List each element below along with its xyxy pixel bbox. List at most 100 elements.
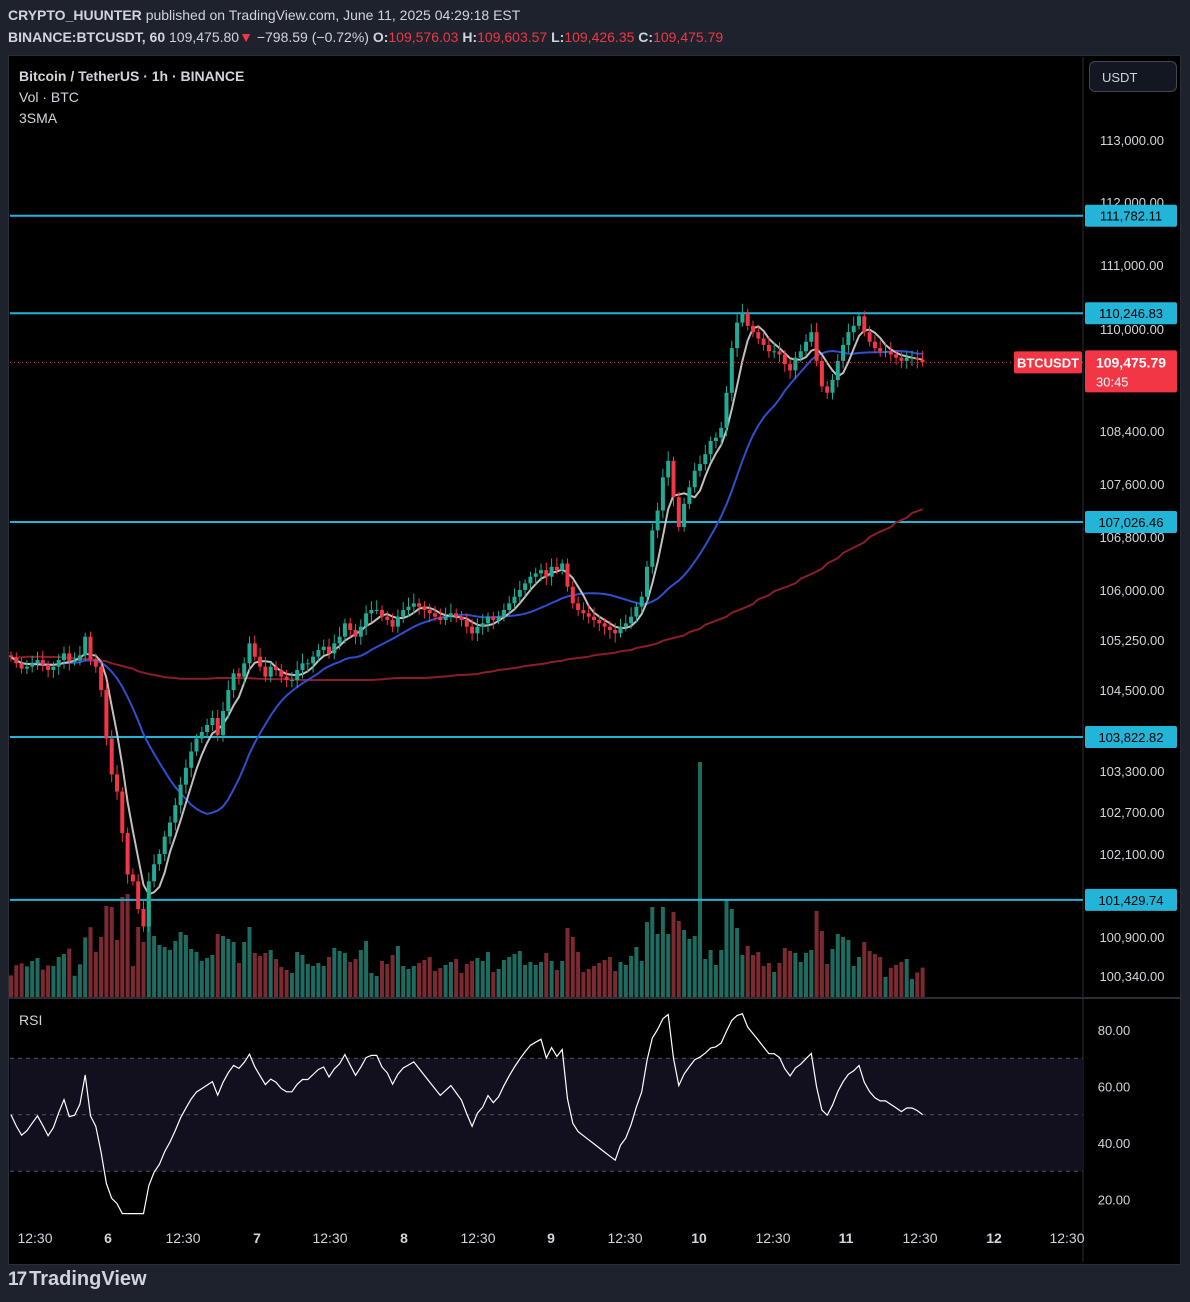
candle-body[interactable]: [687, 487, 692, 504]
candle-body[interactable]: [867, 332, 872, 342]
candle-body[interactable]: [894, 354, 899, 358]
candle-body[interactable]: [517, 590, 522, 597]
candle-body[interactable]: [168, 822, 172, 837]
candle-body[interactable]: [157, 854, 162, 865]
candle-body[interactable]: [777, 351, 782, 355]
candle-body[interactable]: [883, 351, 888, 353]
candle-body[interactable]: [475, 626, 480, 634]
candle-body[interactable]: [401, 610, 406, 617]
candle-body[interactable]: [740, 313, 745, 323]
candle-body[interactable]: [395, 616, 400, 627]
candle-body[interactable]: [576, 603, 581, 610]
candle-body[interactable]: [46, 664, 51, 670]
candle-body[interactable]: [713, 437, 718, 441]
candle-body[interactable]: [523, 583, 528, 590]
candle-body[interactable]: [300, 663, 305, 670]
candle-body[interactable]: [422, 606, 427, 610]
candle-body[interactable]: [120, 791, 125, 834]
candle-body[interactable]: [390, 620, 395, 627]
candle-body[interactable]: [835, 360, 840, 380]
candle-body[interactable]: [486, 616, 490, 624]
candle-body[interactable]: [56, 660, 61, 667]
candle-body[interactable]: [342, 623, 347, 637]
candle-body[interactable]: [830, 380, 835, 393]
candle-body[interactable]: [724, 392, 729, 428]
candle-body[interactable]: [507, 603, 512, 610]
candle-body[interactable]: [438, 616, 443, 620]
candle-body[interactable]: [62, 653, 66, 660]
candle-body[interactable]: [406, 606, 411, 610]
candle-body[interactable]: [295, 670, 300, 680]
candle-body[interactable]: [464, 620, 469, 627]
candle-body[interactable]: [353, 630, 358, 637]
rsi-legend[interactable]: RSI: [19, 1012, 42, 1028]
candle-body[interactable]: [756, 332, 761, 339]
candle-body[interactable]: [178, 784, 183, 806]
candle-body[interactable]: [560, 563, 565, 571]
candle-body[interactable]: [141, 909, 146, 927]
candle-body[interactable]: [554, 566, 559, 571]
candle-body[interactable]: [305, 663, 310, 665]
candle-body[interactable]: [544, 570, 549, 577]
candle-body[interactable]: [528, 576, 533, 584]
candle-body[interactable]: [910, 357, 914, 359]
tradingview-logo[interactable]: 17 TradingView: [8, 1268, 147, 1291]
candle-body[interactable]: [19, 663, 24, 669]
candle-body[interactable]: [263, 666, 268, 677]
candle-body[interactable]: [311, 656, 316, 664]
candle-body[interactable]: [533, 573, 538, 577]
candle-body[interactable]: [284, 676, 289, 680]
candle-body[interactable]: [268, 666, 273, 677]
candle-body[interactable]: [470, 626, 475, 634]
candle-body[interactable]: [83, 636, 88, 656]
candle-body[interactable]: [745, 313, 750, 326]
candle-body[interactable]: [72, 660, 77, 662]
candle-body[interactable]: [337, 636, 342, 644]
candle-body[interactable]: [666, 460, 671, 478]
candle-body[interactable]: [93, 659, 98, 667]
candle-body[interactable]: [846, 332, 851, 345]
candle-body[interactable]: [454, 613, 459, 617]
candle-body[interactable]: [809, 332, 814, 342]
candle-body[interactable]: [332, 643, 337, 654]
candle-body[interactable]: [655, 510, 660, 531]
candle-body[interactable]: [162, 836, 167, 855]
candle-body[interactable]: [130, 874, 135, 882]
candle-body[interactable]: [825, 386, 830, 393]
candle-body[interactable]: [194, 738, 199, 752]
candle-body[interactable]: [719, 427, 724, 438]
candle-body[interactable]: [380, 610, 384, 617]
candle-body[interactable]: [570, 586, 575, 604]
candle-body[interactable]: [491, 616, 496, 620]
candle-body[interactable]: [788, 364, 793, 371]
candle-body[interactable]: [316, 650, 321, 657]
candle-body[interactable]: [99, 666, 104, 690]
candle-body[interactable]: [51, 666, 56, 670]
candle-body[interactable]: [67, 653, 72, 662]
candle-body[interactable]: [417, 603, 422, 607]
candle-body[interactable]: [607, 626, 612, 630]
candle-body[interactable]: [602, 623, 607, 627]
candle-body[interactable]: [364, 613, 369, 627]
candle-body[interactable]: [708, 440, 713, 455]
candle-body[interactable]: [565, 563, 570, 587]
candle-body[interactable]: [682, 503, 687, 528]
candle-body[interactable]: [427, 610, 432, 614]
candle-body[interactable]: [899, 357, 904, 361]
candle-body[interactable]: [862, 316, 867, 333]
candle-body[interactable]: [888, 351, 893, 355]
candle-body[interactable]: [369, 610, 374, 614]
candle-body[interactable]: [358, 626, 363, 637]
candle-body[interactable]: [189, 751, 194, 768]
candle-body[interactable]: [258, 656, 263, 667]
candle-body[interactable]: [539, 570, 543, 574]
candle-body[interactable]: [549, 566, 554, 577]
candle-body[interactable]: [623, 623, 628, 627]
candle-body[interactable]: [915, 357, 920, 360]
candle-body[interactable]: [851, 325, 856, 333]
candle-body[interactable]: [210, 718, 215, 725]
candle-body[interactable]: [35, 660, 40, 664]
candle-body[interactable]: [40, 660, 45, 665]
candle-body[interactable]: [597, 620, 602, 624]
candle-body[interactable]: [374, 610, 379, 611]
